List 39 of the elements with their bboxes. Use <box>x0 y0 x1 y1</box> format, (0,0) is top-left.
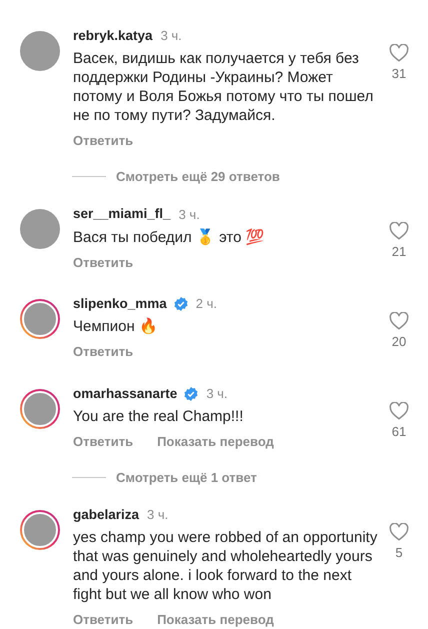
comment-text: You are the real Champ!!! <box>73 407 244 426</box>
like-count: 31 <box>392 65 406 83</box>
comment-action-link[interactable]: Ответить <box>73 252 134 272</box>
heart-icon[interactable] <box>389 222 409 240</box>
comment-time: 2 ч. <box>196 295 218 314</box>
username[interactable]: rebryk.katya <box>73 26 153 46</box>
avatar[interactable] <box>20 388 60 429</box>
like-count: 20 <box>392 333 406 351</box>
like-count: 61 <box>392 422 406 441</box>
avatar[interactable] <box>20 209 60 250</box>
comment-text: yes champ you were robbed of an opportunity that was genuinely and wholeheartedly yours and yours alone. i look forward to the next fight but we all know who won <box>73 528 378 604</box>
comment-action-link[interactable]: Ответить <box>73 342 134 362</box>
comment-action-link[interactable]: Ответить <box>73 610 134 629</box>
comment-time: 3 ч. <box>206 385 228 404</box>
comment-action-link[interactable]: Показать перевод <box>157 610 274 629</box>
heart-icon[interactable] <box>389 402 409 420</box>
username[interactable]: slipenko_mma <box>73 294 167 314</box>
comment-action-link[interactable]: Ответить <box>73 131 134 151</box>
comment-action-link[interactable]: Ответить <box>73 432 134 452</box>
comment-time: 3 ч. <box>178 206 200 224</box>
like-count: 21 <box>392 243 406 262</box>
heart-icon[interactable] <box>389 312 409 330</box>
like-count: 5 <box>395 544 403 562</box>
avatar[interactable] <box>20 31 60 71</box>
comment-text: Вася ты победил 🥇 это 💯 <box>73 228 266 246</box>
comment-action-link[interactable]: Показать перевод <box>157 432 274 452</box>
comment-time: 3 ч. <box>147 506 168 524</box>
username[interactable]: omarhassanarte <box>73 384 178 404</box>
comment-text: Чемпион 🔥 <box>73 317 159 336</box>
avatar[interactable] <box>20 510 60 550</box>
view-replies-link[interactable]: Смотреть ещё 1 ответ <box>116 468 257 487</box>
comment-text: Васек, видишь как получается у тебя без поддержки Родины -Украины? Может потому и Воля Божья потому что ты пошел не по тому пути? Задумайся. <box>73 49 374 126</box>
avatar[interactable] <box>20 299 60 339</box>
username[interactable]: gabelariza <box>73 505 140 526</box>
view-replies-link[interactable]: Смотреть ещё 29 ответов <box>116 166 280 186</box>
comment-time: 3 ч. <box>160 27 182 46</box>
heart-icon[interactable] <box>389 44 409 62</box>
username[interactable]: ser__miami_fl_ <box>73 204 171 224</box>
heart-icon[interactable] <box>389 523 409 541</box>
